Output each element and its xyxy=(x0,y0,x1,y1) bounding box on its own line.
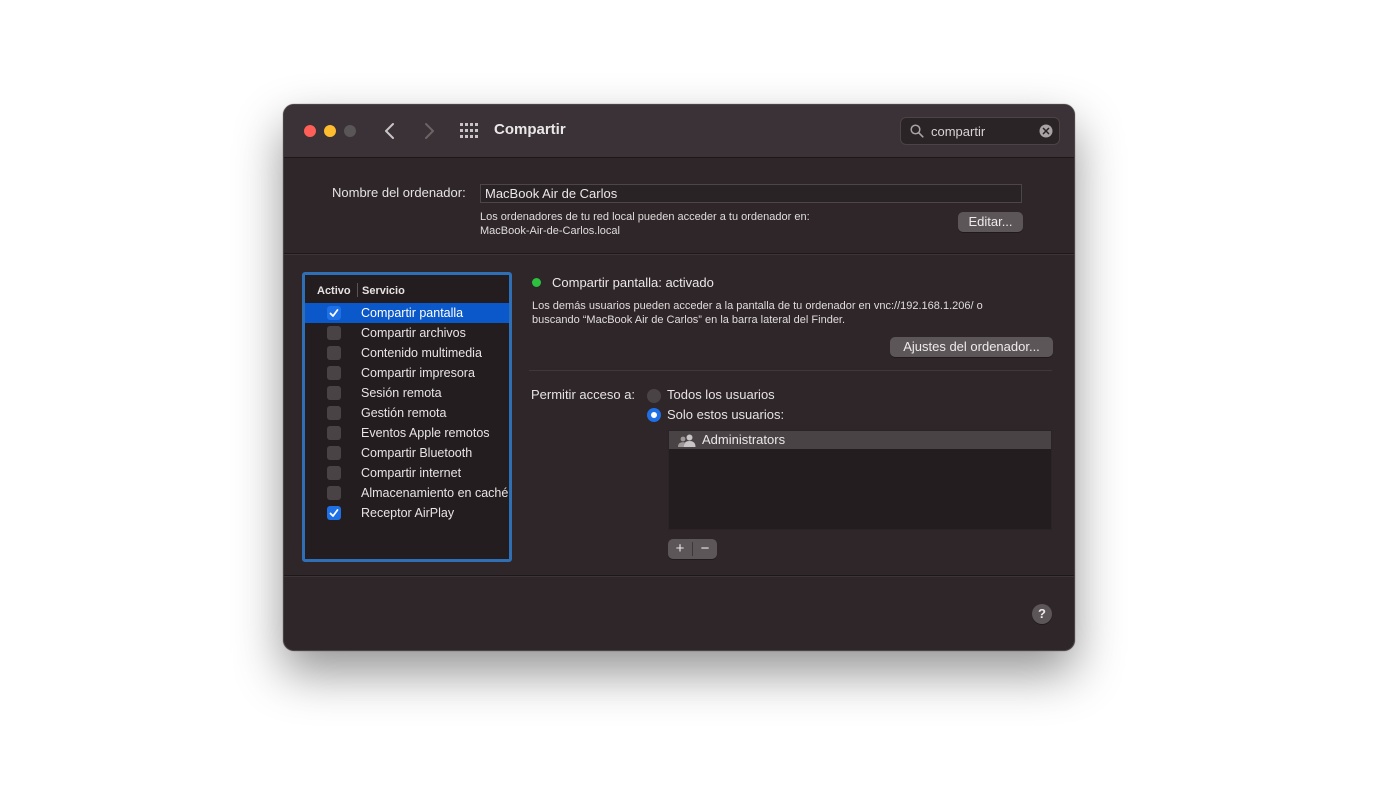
status-description-line1: Los demás usuarios pueden acceder a la p… xyxy=(532,300,983,312)
service-label: Sesión remota xyxy=(361,386,442,400)
computer-settings-button[interactable]: Ajustes del ordenador... xyxy=(890,337,1053,357)
search-input[interactable] xyxy=(931,122,1031,140)
users-list[interactable]: Administrators xyxy=(668,430,1052,530)
service-checkbox[interactable] xyxy=(327,366,341,380)
service-row[interactable]: Compartir archivos xyxy=(305,323,509,343)
system-preferences-window: Compartir Nombre del ordenador: MacBook … xyxy=(283,104,1075,651)
local-hostname: MacBook-Air-de-Carlos.local xyxy=(480,225,620,237)
help-button[interactable]: ? xyxy=(1032,604,1052,624)
local-network-description-line1: Los ordenadores de tu red local pueden a… xyxy=(480,211,810,223)
remove-user-button[interactable]: − xyxy=(693,539,717,559)
access-label: Permitir acceso a: xyxy=(531,387,636,402)
service-label: Receptor AirPlay xyxy=(361,506,455,520)
service-label: Compartir pantalla xyxy=(361,306,464,320)
desktop-background: Compartir Nombre del ordenador: MacBook … xyxy=(0,0,1396,785)
window-title: Compartir xyxy=(494,121,566,138)
service-row[interactable]: Compartir pantalla xyxy=(305,303,509,323)
edit-button[interactable]: Editar... xyxy=(958,212,1023,232)
computer-name-field[interactable]: MacBook Air de Carlos xyxy=(480,184,1022,203)
service-row[interactable]: Receptor AirPlay xyxy=(305,503,509,523)
back-button[interactable] xyxy=(380,119,402,143)
service-checkbox[interactable] xyxy=(327,386,341,400)
chevron-left-icon xyxy=(385,123,394,139)
group-users-icon xyxy=(678,434,696,447)
service-label: Eventos Apple remotos xyxy=(361,426,490,440)
radio-all-users[interactable] xyxy=(647,389,661,403)
service-checkbox[interactable] xyxy=(327,306,341,320)
status-indicator xyxy=(532,278,541,287)
service-checkbox[interactable] xyxy=(327,426,341,440)
minimize-window-button[interactable] xyxy=(324,125,336,137)
list-item[interactable]: Administrators xyxy=(669,431,1051,449)
service-list-header: Activo Servicio xyxy=(305,275,509,304)
service-row[interactable]: Gestión remota xyxy=(305,403,509,423)
column-header-active[interactable]: Activo xyxy=(317,285,351,297)
service-row[interactable]: Compartir internet xyxy=(305,463,509,483)
column-header-service[interactable]: Servicio xyxy=(362,285,405,297)
radio-only-these-users[interactable] xyxy=(647,408,661,422)
service-checkbox[interactable] xyxy=(327,506,341,520)
service-row[interactable]: Sesión remota xyxy=(305,383,509,403)
checkmark-icon xyxy=(329,309,339,317)
service-row[interactable]: Compartir Bluetooth xyxy=(305,443,509,463)
search-icon xyxy=(910,124,924,138)
service-checkbox[interactable] xyxy=(327,326,341,340)
service-row[interactable]: Eventos Apple remotos xyxy=(305,423,509,443)
service-row[interactable]: Almacenamiento en caché xyxy=(305,483,509,503)
divider xyxy=(529,370,1052,371)
service-row[interactable]: Compartir impresora xyxy=(305,363,509,383)
service-list[interactable]: Activo Servicio Compartir pantalla Compar… xyxy=(302,272,512,562)
service-checkbox[interactable] xyxy=(327,466,341,480)
title-bar: Compartir xyxy=(284,105,1074,158)
add-remove-control: + − xyxy=(668,539,717,559)
zoom-window-button[interactable] xyxy=(344,125,356,137)
close-window-button[interactable] xyxy=(304,125,316,137)
user-label: Administrators xyxy=(702,432,786,447)
service-checkbox[interactable] xyxy=(327,446,341,460)
search-field[interactable] xyxy=(900,117,1060,145)
clear-search-icon[interactable] xyxy=(1039,124,1053,138)
service-label: Compartir internet xyxy=(361,466,462,480)
service-checkbox[interactable] xyxy=(327,346,341,360)
checkmark-icon xyxy=(329,509,339,517)
service-label: Compartir impresora xyxy=(361,366,475,380)
service-label: Gestión remota xyxy=(361,406,447,420)
local-network-description: Los ordenadores de tu red local pueden a… xyxy=(480,210,810,238)
divider xyxy=(284,253,1074,255)
status-title: Compartir pantalla: activado xyxy=(552,275,714,290)
show-all-button[interactable] xyxy=(460,123,478,139)
radio-all-users-label[interactable]: Todos los usuarios xyxy=(667,387,775,402)
computer-name-label: Nombre del ordenador: xyxy=(332,185,466,200)
add-user-button[interactable]: + xyxy=(668,539,692,559)
grid-icon xyxy=(460,123,478,138)
service-label: Compartir archivos xyxy=(361,326,466,340)
status-description-line2: buscando “MacBook Air de Carlos” en la b… xyxy=(532,314,846,326)
service-row[interactable]: Contenido multimedia xyxy=(305,343,509,363)
column-divider xyxy=(357,283,358,297)
service-label: Contenido multimedia xyxy=(361,346,482,360)
chevron-right-icon xyxy=(425,123,434,139)
status-description: Los demás usuarios pueden acceder a la p… xyxy=(532,299,1032,327)
service-label: Almacenamiento en caché xyxy=(361,486,509,500)
forward-button[interactable] xyxy=(418,119,440,143)
service-checkbox[interactable] xyxy=(327,486,341,500)
divider xyxy=(284,575,1074,577)
service-checkbox[interactable] xyxy=(327,406,341,420)
service-label: Compartir Bluetooth xyxy=(361,446,473,460)
radio-only-these-users-label[interactable]: Solo estos usuarios: xyxy=(667,407,784,422)
